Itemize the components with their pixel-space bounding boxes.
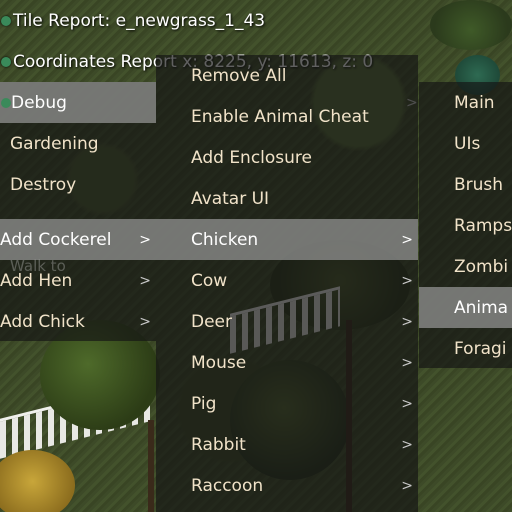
menu-item-remove-all[interactable]: Remove All xyxy=(156,55,418,96)
chevron-right-icon: > xyxy=(401,313,413,330)
menu-item-animals[interactable]: Anima xyxy=(419,287,512,328)
tree-trunk xyxy=(148,420,154,512)
context-menu-main-lower: Destroy Add Cockerel > Walk to Add Hen >… xyxy=(0,164,156,341)
yellow-bush xyxy=(0,450,75,512)
menu-item-destroy[interactable]: Destroy xyxy=(0,164,156,205)
menu-item-mouse[interactable]: Mouse > xyxy=(156,342,418,383)
menu-item-debug[interactable]: Debug xyxy=(0,82,156,123)
tree-canopy xyxy=(430,0,512,50)
chevron-right-icon: > xyxy=(401,272,413,289)
chevron-right-icon: > xyxy=(401,354,413,371)
menu-item-pig[interactable]: Pig > xyxy=(156,383,418,424)
menu-item-zombie[interactable]: Zombi xyxy=(419,246,512,287)
menu-item-cow[interactable]: Cow > xyxy=(156,260,418,301)
menu-item-deer[interactable]: Deer > xyxy=(156,301,418,342)
menu-item-foraging[interactable]: Foragi xyxy=(419,328,512,369)
chevron-right-icon: > xyxy=(401,436,413,453)
tile-report: Tile Report: e_newgrass_1_43 xyxy=(0,0,265,41)
chevron-right-icon: > xyxy=(139,231,151,248)
menu-item-raccoon[interactable]: Raccoon > xyxy=(156,465,418,506)
chevron-right-icon: > xyxy=(139,313,151,330)
chevron-right-icon: > xyxy=(401,395,413,412)
menu-item-add-hen[interactable]: Add Hen > xyxy=(0,260,156,301)
menu-item-enable-animal-cheat[interactable]: Enable Animal Cheat xyxy=(156,96,418,137)
tile-report-text: Tile Report: e_newgrass_1_43 xyxy=(13,10,266,31)
menu-item-chicken[interactable]: Chicken > xyxy=(156,219,418,260)
menu-item-add-chick[interactable]: Add Chick > xyxy=(0,301,156,342)
menu-item-add-enclosure[interactable]: Add Enclosure xyxy=(156,137,418,178)
menu-item-main[interactable]: Main xyxy=(419,82,512,123)
chevron-right-icon: > xyxy=(401,477,413,494)
menu-item-brush[interactable]: Brush xyxy=(419,164,512,205)
menu-item-gardening[interactable]: Gardening xyxy=(0,123,156,164)
menu-item-ramps[interactable]: Ramps xyxy=(419,205,512,246)
context-menu-main-upper: Debug Gardening xyxy=(0,82,156,164)
menu-item-rabbit[interactable]: Rabbit > xyxy=(156,424,418,465)
menu-item-add-cockerel[interactable]: Add Cockerel > xyxy=(0,219,156,260)
menu-item-uis[interactable]: UIs xyxy=(419,123,512,164)
debug-submenu: Remove All Enable Animal Cheat Add Enclo… xyxy=(156,55,418,512)
chevron-right-icon: > xyxy=(401,231,413,248)
debug-bullet-icon xyxy=(1,97,11,108)
chevron-right-icon: > xyxy=(139,272,151,289)
report-bullet-icon xyxy=(1,56,11,67)
report-bullet-icon xyxy=(1,15,11,26)
cheats-submenu: Main UIs Brush Ramps Zombi Anima Foragi xyxy=(419,82,512,368)
menu-item-avatar-ui[interactable]: Avatar UI xyxy=(156,178,418,219)
